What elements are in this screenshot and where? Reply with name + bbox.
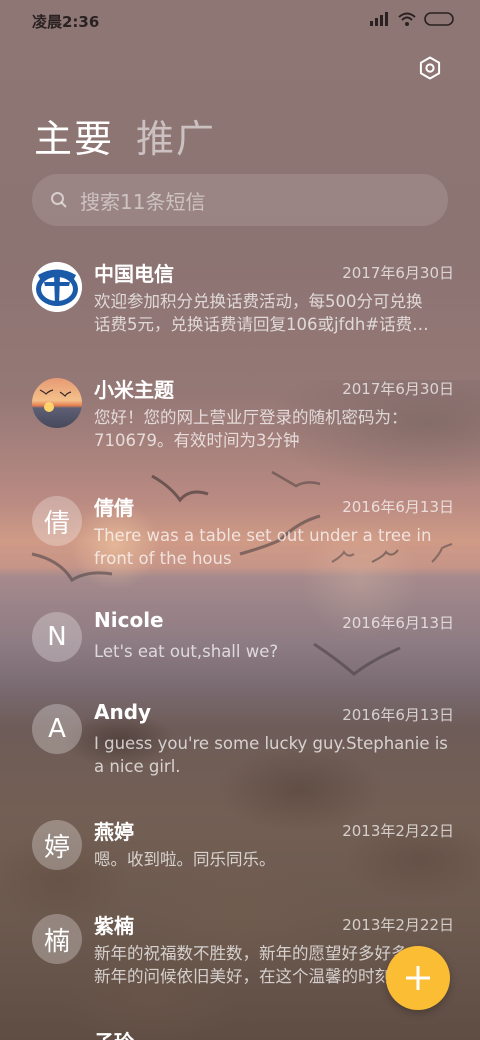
conversation-preview: 您好！您的网上营业厅登录的随机密码为： 710679。有效时间为3分钟 [94, 408, 408, 450]
avatar: 倩 [32, 496, 82, 546]
conversation-sender: 燕婷 [94, 820, 134, 844]
conversation-sender: 中国电信 [94, 262, 174, 286]
category-tabs: 主要 推广 [34, 108, 216, 163]
conversation-date: 2017年6月30日 [342, 380, 454, 398]
search-icon [51, 192, 67, 208]
conversation-item[interactable]: 中国电信 2017年6月30日 欢迎参加积分兑换话费活动，每500分可兑换 话费… [0, 254, 480, 370]
status-bar: 凌晨2:36 [0, 0, 480, 44]
avatar: A [32, 704, 82, 754]
conversation-preview: Let's eat out,shall we? [94, 642, 279, 661]
tab-promotions[interactable]: 推广 [136, 108, 216, 163]
conversation-sender: Nicole [94, 608, 164, 632]
conversation-item[interactable]: 倩 倩倩 2016年6月13日 There was a table set ou… [0, 488, 480, 604]
conversation-item[interactable]: 子玲 [0, 1022, 480, 1040]
search-placeholder: 搜索11条短信 [80, 189, 206, 214]
search-input[interactable]: 搜索11条短信 [32, 174, 448, 226]
signal-icon [370, 12, 388, 26]
china-telecom-logo [32, 262, 82, 312]
conversation-preview: I guess you're some lucky guy.Stephanie … [94, 734, 448, 776]
conversation-sender: Andy [94, 700, 152, 724]
gear-icon[interactable] [418, 56, 442, 80]
avatar: 楠 [32, 914, 82, 964]
status-time: 凌晨2:36 [32, 13, 100, 31]
conversation-date: 2016年6月13日 [342, 706, 454, 724]
battery-icon [424, 12, 454, 26]
compose-button[interactable] [386, 946, 450, 1010]
conversation-sender: 子玲 [94, 1026, 134, 1040]
conversation-item[interactable]: 小米主题 2017年6月30日 您好！您的网上营业厅登录的随机密码为： 7106… [0, 370, 480, 486]
conversation-date: 2016年6月13日 [342, 614, 454, 632]
sunset-photo [32, 378, 82, 428]
conversation-sender: 紫楠 [94, 914, 134, 938]
tab-primary[interactable]: 主要 [34, 108, 114, 163]
plus-icon [406, 966, 430, 990]
conversation-preview: 嗯。收到啦。同乐同乐。 [94, 850, 276, 869]
conversation-date: 2016年6月13日 [342, 498, 454, 516]
conversation-sender: 倩倩 [94, 496, 134, 520]
conversation-date: 2017年6月30日 [342, 264, 454, 282]
avatar: 婷 [32, 820, 82, 870]
status-icons [370, 12, 454, 26]
conversation-item[interactable]: A Andy 2016年6月13日 I guess you're some lu… [0, 696, 480, 812]
conversation-date: 2013年2月22日 [342, 822, 454, 840]
conversation-date: 2013年2月22日 [342, 916, 454, 934]
conversation-sender: 小米主题 [94, 378, 174, 402]
conversation-preview: There was a table set out under a tree i… [94, 526, 432, 568]
avatar: N [32, 612, 82, 662]
conversation-preview: 欢迎参加积分兑换话费活动，每500分可兑换 话费5元，兑换话费请回复106或jf… [94, 292, 429, 334]
wifi-icon [398, 12, 416, 26]
